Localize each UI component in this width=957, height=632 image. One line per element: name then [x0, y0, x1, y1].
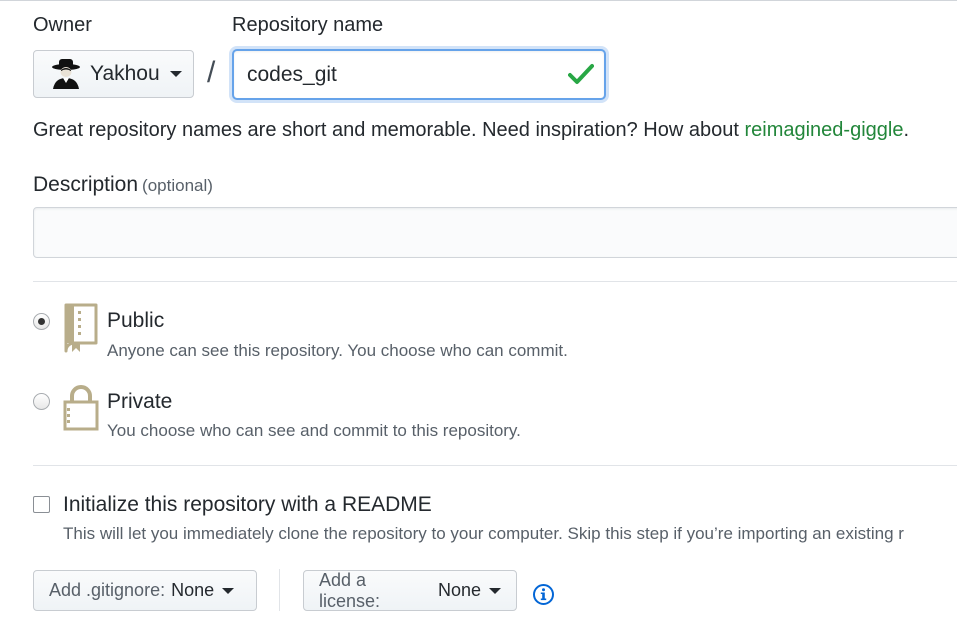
init-readme-title: Initialize this repository with a README: [63, 493, 432, 516]
public-radio[interactable]: [33, 313, 50, 330]
gitignore-select-button[interactable]: Add .gitignore: None: [33, 570, 257, 611]
gitignore-value: None: [171, 580, 215, 600]
caret-down-icon: [489, 587, 501, 594]
owner-name: Yakhou: [90, 62, 160, 85]
private-radio[interactable]: [33, 393, 50, 410]
description-optional: (optional): [142, 176, 213, 195]
license-select-button[interactable]: Add a license: None: [303, 570, 517, 611]
repository-name-input[interactable]: [232, 49, 606, 100]
name-suggestion-link[interactable]: reimagined-giggle: [744, 119, 903, 141]
check-icon: [568, 64, 594, 84]
repo-book-icon: [64, 303, 98, 353]
divider: [33, 465, 957, 466]
caret-down-icon: [222, 587, 235, 594]
lock-icon: [63, 385, 99, 431]
public-description: Anyone can see this repository. You choo…: [107, 341, 568, 360]
owner-label: Owner: [33, 14, 92, 36]
description-label-text: Description: [33, 173, 139, 196]
description-label: Description (optional): [33, 173, 213, 197]
license-label: Add a license:: [319, 569, 381, 611]
divider: [33, 281, 957, 282]
owner-avatar: [52, 59, 80, 89]
repository-name-hint: Great repository names are short and mem…: [33, 119, 909, 142]
init-readme-checkbox[interactable]: [33, 496, 50, 513]
init-readme-description: This will let you immediately clone the …: [63, 524, 904, 543]
hint-text: Great repository names are short and mem…: [33, 119, 745, 141]
hint-suffix: .: [903, 119, 910, 141]
owner-select-button[interactable]: Yakhou: [33, 50, 194, 98]
license-value: None: [437, 580, 481, 600]
info-icon[interactable]: [532, 583, 555, 606]
select-separator: [279, 569, 280, 611]
public-title: Public: [107, 309, 165, 332]
private-title: Private: [107, 390, 173, 413]
repository-name-label: Repository name: [232, 14, 384, 36]
owner-repo-separator: /: [207, 56, 216, 89]
gitignore-label: Add .gitignore:: [49, 580, 166, 600]
description-input[interactable]: [33, 207, 957, 258]
caret-down-icon: [169, 71, 182, 77]
private-description: You choose who can see and commit to thi…: [107, 421, 521, 440]
radio-selected-dot: [38, 318, 45, 325]
